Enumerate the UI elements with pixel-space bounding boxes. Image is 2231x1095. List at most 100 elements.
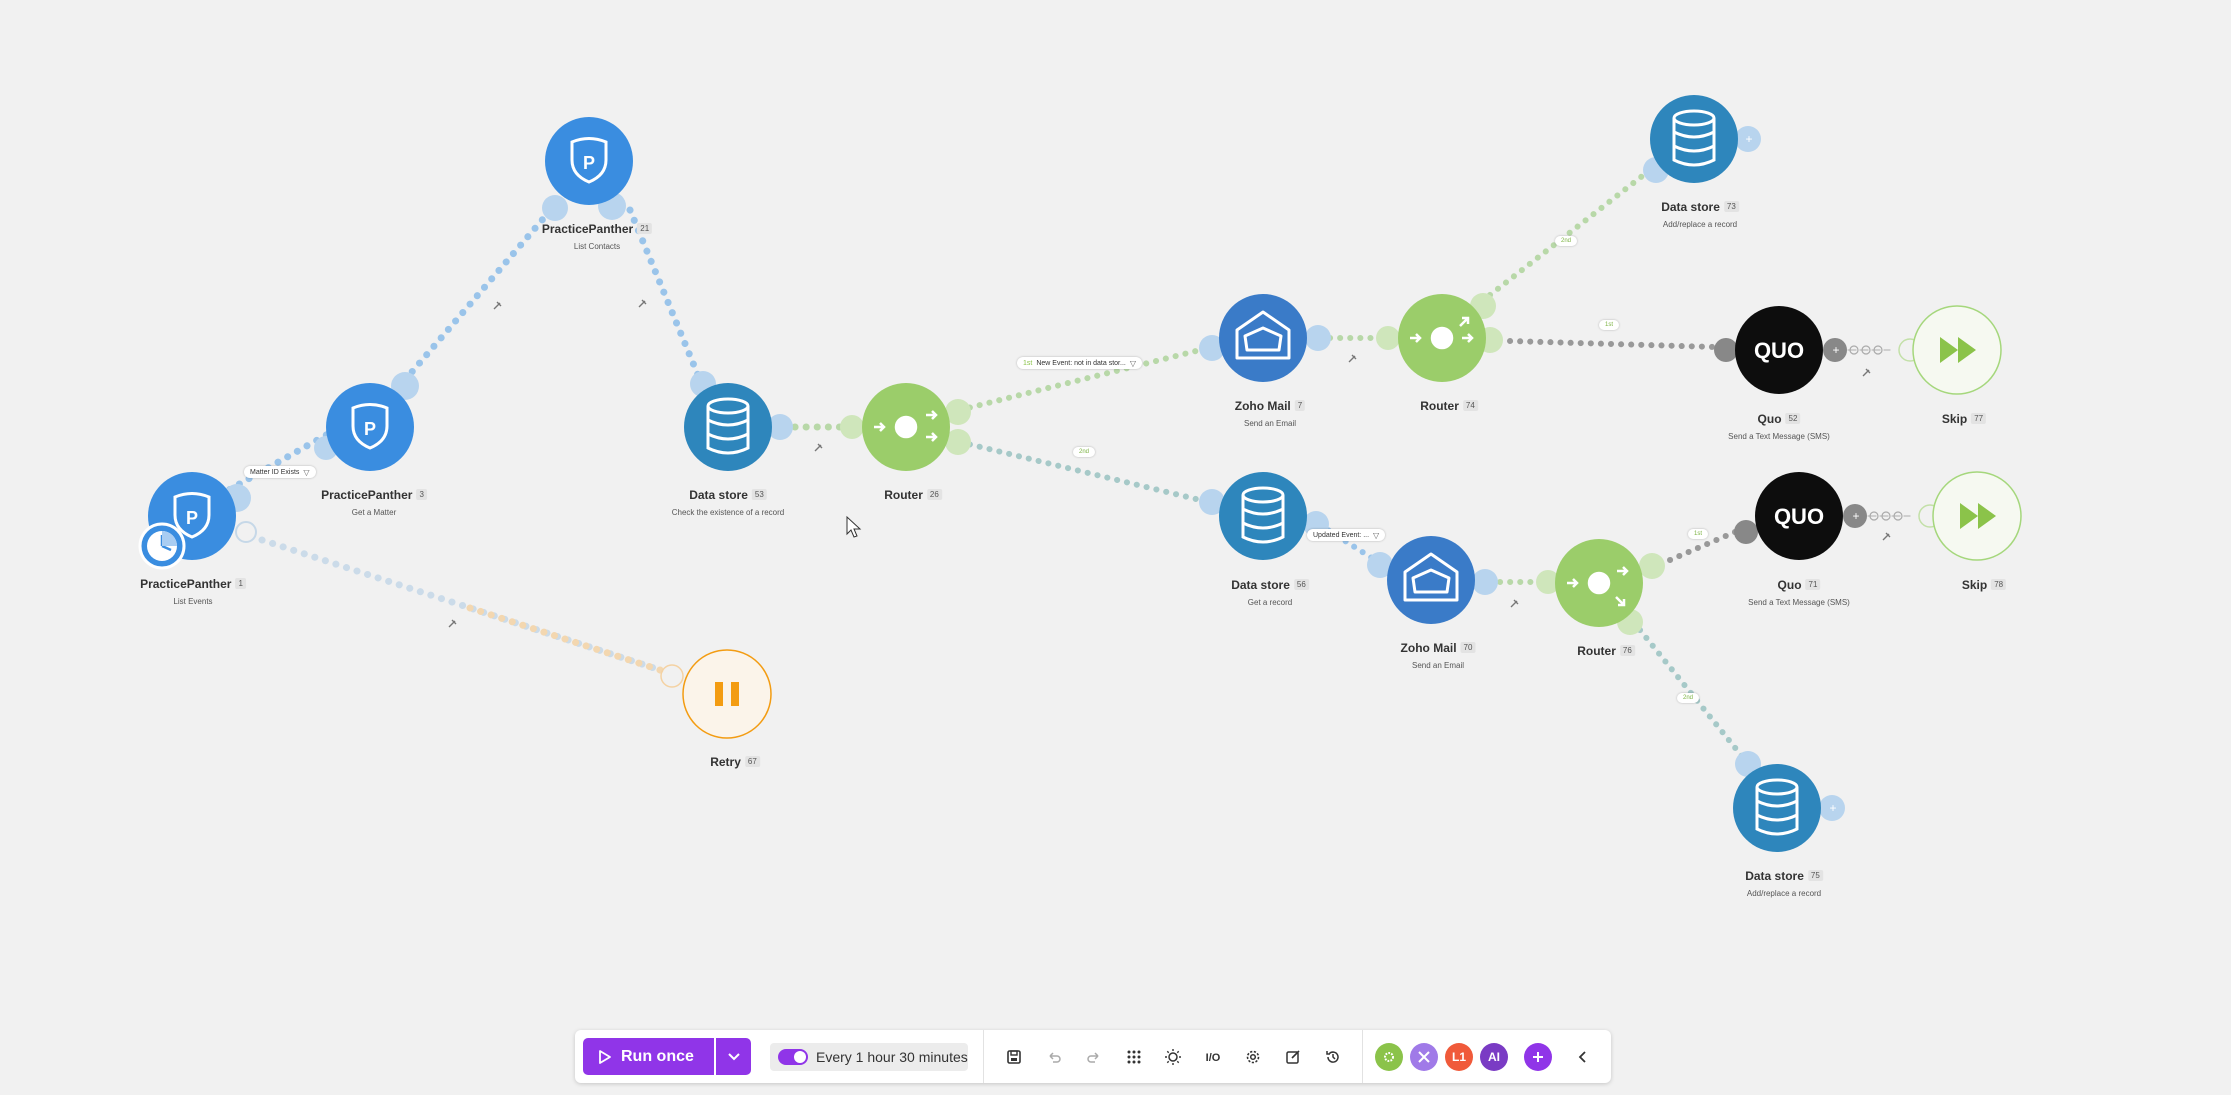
schedule-setting[interactable]: Every 1 hour 30 minutes <box>770 1043 968 1071</box>
node-quo-52[interactable]: QUO + <box>1714 306 1883 394</box>
auto-align-button[interactable] <box>1120 1043 1148 1071</box>
node-zohomail-7[interactable] <box>1199 294 1331 382</box>
node-label-retry67: Retry 67 <box>710 753 760 771</box>
node-practicepanther-1[interactable]: P <box>138 472 257 570</box>
node-retry-67[interactable] <box>660 649 772 739</box>
ai-label: AI <box>1488 1050 1500 1064</box>
add-icon[interactable]: + <box>1829 801 1836 815</box>
scenario-canvas[interactable]: P P P + QUO + QUO + + <box>0 0 2231 1095</box>
schedule-label: Every 1 hour 30 minutes <box>816 1049 968 1065</box>
route-label-r74-2nd[interactable]: 2nd <box>1554 236 1578 246</box>
connector-pp1-retry[interactable] <box>258 536 664 674</box>
wrench-icons <box>448 299 1891 628</box>
route-label-r26-2nd[interactable]: 2nd <box>1072 447 1096 457</box>
node-quo-71[interactable]: QUO + <box>1734 472 1903 560</box>
filter-icon: ▽ <box>1373 530 1380 540</box>
node-label-quo52: Quo 52 Send a Text Message (SMS) <box>1728 412 1830 441</box>
node-skip-78[interactable] <box>1918 471 2022 561</box>
module-green-button[interactable] <box>1375 1043 1403 1071</box>
lightbulb-icon <box>1165 1049 1181 1065</box>
node-label-zoho70: Zoho Mail 70 Send an Email <box>1401 639 1476 670</box>
route-label-r76-2nd[interactable]: 2nd <box>1676 693 1700 703</box>
save-button[interactable] <box>1000 1043 1028 1071</box>
tools-button[interactable] <box>1410 1043 1438 1071</box>
run-options-dropdown-button[interactable] <box>716 1038 751 1075</box>
node-label-ds53: Data store 53 Check the existence of a re… <box>671 488 785 517</box>
history-button[interactable] <box>1319 1043 1347 1071</box>
svg-text:P: P <box>583 153 595 173</box>
io-icon: I/O <box>1206 1052 1221 1064</box>
quo-logo-icon: QUO <box>1774 504 1824 529</box>
filter-icon: ▽ <box>1129 358 1136 368</box>
node-label-zoho7: Zoho Mail 7 Send an Email <box>1235 397 1306 428</box>
l1-label: L1 <box>1451 1050 1466 1064</box>
save-icon <box>1007 1050 1021 1064</box>
wrench-icon[interactable] <box>814 443 823 452</box>
run-once-label: Run once <box>621 1047 694 1065</box>
node-label-pp21: PracticePanther 21 List Contacts <box>542 220 653 251</box>
route-label-r76-1st[interactable]: 1st <box>1687 529 1709 539</box>
node-router-76[interactable] <box>1536 539 1665 635</box>
node-practicepanther-3[interactable]: P <box>314 372 419 471</box>
quo-logo-icon: QUO <box>1754 338 1804 363</box>
route-label-r74-1st[interactable]: 1st <box>1598 320 1620 330</box>
filter-new-event[interactable]: 1st New Event: not in data stor... ▽ <box>1017 357 1142 369</box>
svg-text:I/O: I/O <box>1206 1052 1221 1064</box>
node-datastore-73[interactable]: + <box>1643 95 1761 183</box>
chevron-left-icon <box>1578 1051 1586 1063</box>
node-zohomail-70[interactable] <box>1367 536 1498 624</box>
node-label-router74: Router 74 <box>1420 397 1478 415</box>
pause-icon <box>715 682 723 706</box>
history-icon <box>1326 1051 1339 1063</box>
node-label-quo71: Quo 71 Send a Text Message (SMS) <box>1748 578 1850 607</box>
node-router-26[interactable] <box>840 383 971 471</box>
node-label-skip78: Skip 78 <box>1962 576 2007 594</box>
wrench-icon[interactable] <box>1348 354 1357 363</box>
connector-router74-ds73[interactable] <box>1487 167 1653 298</box>
node-datastore-75[interactable]: + <box>1733 751 1845 852</box>
wrench-icon[interactable] <box>1882 532 1891 541</box>
node-skip-77[interactable] <box>1898 305 2002 395</box>
svg-text:+: + <box>1852 509 1859 523</box>
connector-router74-quo52[interactable] <box>1507 338 1718 350</box>
mouse-cursor-icon <box>846 515 862 538</box>
node-practicepanther-21[interactable]: P <box>542 117 633 221</box>
explain-flow-button[interactable] <box>1159 1043 1187 1071</box>
node-label-skip77: Skip 77 <box>1942 410 1987 428</box>
svg-text:P: P <box>186 508 198 528</box>
wrench-icon[interactable] <box>638 299 647 308</box>
add-module-button[interactable] <box>1524 1043 1552 1071</box>
scheduling-toggle[interactable] <box>778 1049 808 1065</box>
node-label-router76: Router 76 <box>1577 642 1635 660</box>
redo-icon <box>1087 1052 1099 1063</box>
run-once-button[interactable]: Run once <box>583 1038 714 1075</box>
edit-icon <box>1286 1050 1300 1064</box>
wrench-icon[interactable] <box>1862 368 1871 377</box>
wrench-icon[interactable] <box>493 301 502 310</box>
gear-icon <box>1384 1052 1394 1062</box>
connector-pp3-pp21[interactable] <box>401 201 559 384</box>
io-button[interactable]: I/O <box>1199 1043 1227 1071</box>
wrench-icon[interactable] <box>448 619 457 628</box>
grid-icon <box>1127 1050 1141 1064</box>
node-label-pp3: PracticePanther 3 Get a Matter <box>321 486 427 517</box>
wrench-icon[interactable] <box>1510 599 1519 608</box>
filter-updated-event[interactable]: Updated Event: ... ▽ <box>1307 529 1386 541</box>
ai-button[interactable]: AI <box>1480 1043 1508 1071</box>
node-router-74[interactable] <box>1376 293 1503 382</box>
l1-button[interactable]: L1 <box>1445 1043 1473 1071</box>
redo-button[interactable] <box>1080 1043 1108 1071</box>
filter-matter-id-exists[interactable]: Matter ID Exists ▽ <box>244 466 316 478</box>
tools-icon <box>1418 1051 1430 1063</box>
node-datastore-56[interactable] <box>1199 472 1329 560</box>
svg-text:+: + <box>1832 343 1839 357</box>
collapse-toolbar-button[interactable] <box>1569 1043 1597 1071</box>
svg-text:P: P <box>364 419 376 439</box>
node-label-ds73: Data store 73 Add/replace a record <box>1661 200 1739 229</box>
undo-button[interactable] <box>1040 1043 1068 1071</box>
add-icon[interactable]: + <box>1745 132 1752 146</box>
notes-button[interactable] <box>1279 1043 1307 1071</box>
scenario-settings-button[interactable] <box>1239 1043 1267 1071</box>
node-datastore-53[interactable] <box>684 371 793 471</box>
filter-icon: ▽ <box>303 467 310 477</box>
